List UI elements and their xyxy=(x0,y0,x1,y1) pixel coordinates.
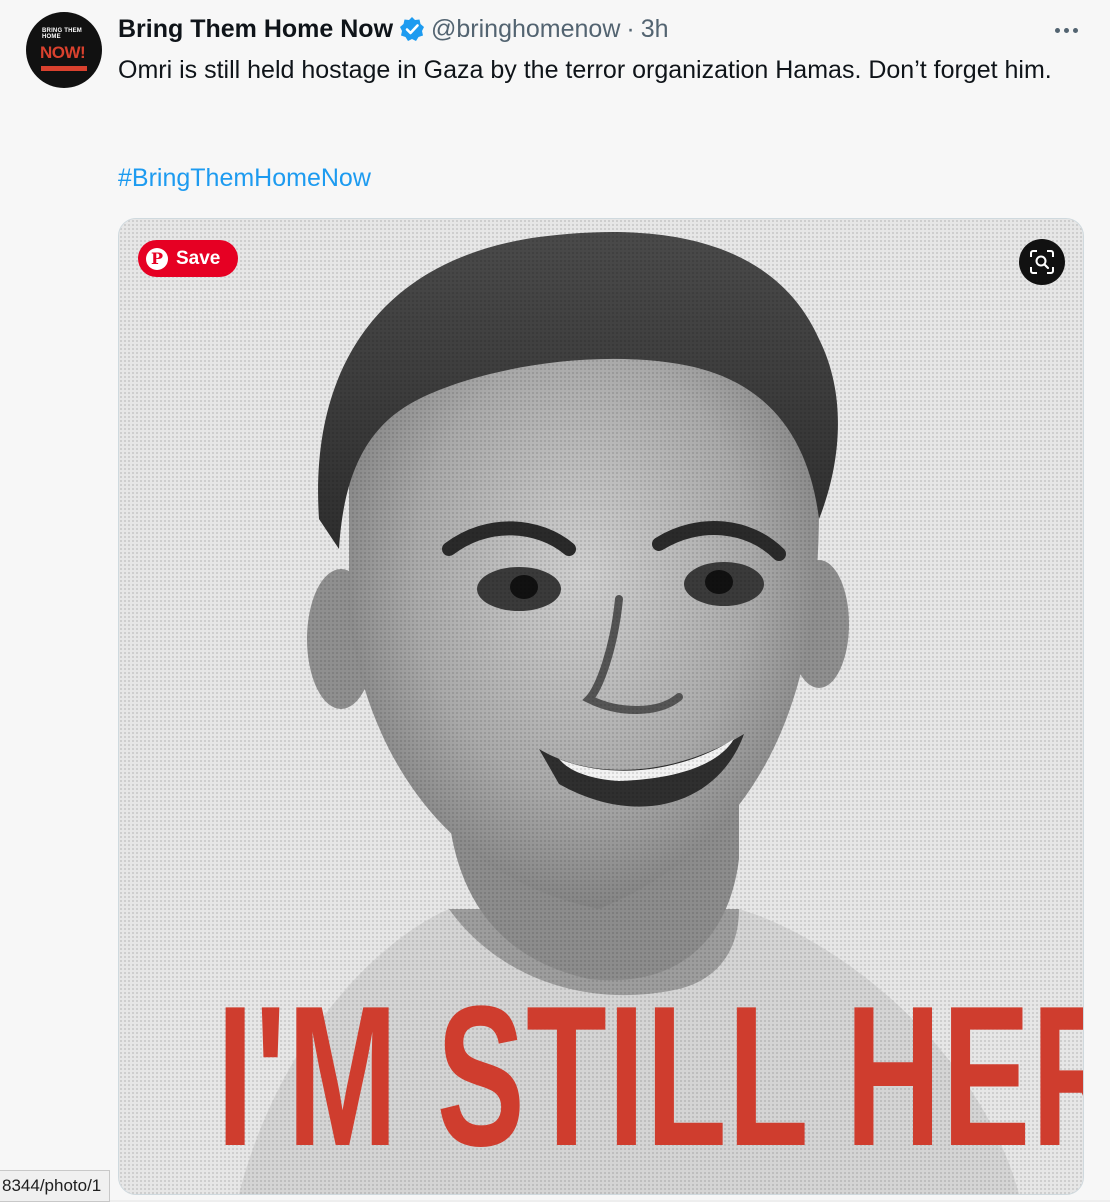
lens-search-button[interactable] xyxy=(1019,239,1065,285)
headline-label: I'M STILL HERE xyxy=(216,977,1083,1177)
avatar[interactable]: BRING THEM HOME NOW! xyxy=(26,12,102,88)
save-label: Save xyxy=(176,247,221,269)
pinterest-icon: P xyxy=(146,247,168,270)
separator-dot: · xyxy=(626,14,635,43)
timestamp[interactable]: 3h xyxy=(641,15,669,44)
lens-search-icon xyxy=(1030,250,1054,274)
tweet-text: Omri is still held hostage in Gaza by th… xyxy=(118,56,1052,84)
window-top-strip xyxy=(0,0,1110,8)
avatar-red-bar xyxy=(41,66,87,71)
headline-text: I'M STILL HERE xyxy=(119,977,1083,1177)
verified-icon xyxy=(399,16,425,42)
pinterest-save-button[interactable]: P Save xyxy=(138,240,238,277)
avatar-small-text: BRING THEM HOME xyxy=(42,28,82,40)
avatar-big-text: NOW! xyxy=(40,43,86,62)
tweet-photo[interactable]: P Save I'M STILL HERE xyxy=(118,218,1084,1195)
tweet[interactable]: BRING THEM HOME NOW! Bring Them Home Now… xyxy=(0,8,1110,1202)
hashtag-link[interactable]: #BringThemHomeNow xyxy=(118,160,371,197)
tweet-header: Bring Them Home Now @bringhomenow · 3h xyxy=(118,12,669,46)
status-bar-url: 8344/photo/1 xyxy=(0,1170,111,1202)
more-icon[interactable] xyxy=(1046,18,1086,42)
handle[interactable]: @bringhomenow xyxy=(431,15,620,44)
display-name[interactable]: Bring Them Home Now xyxy=(118,15,393,44)
